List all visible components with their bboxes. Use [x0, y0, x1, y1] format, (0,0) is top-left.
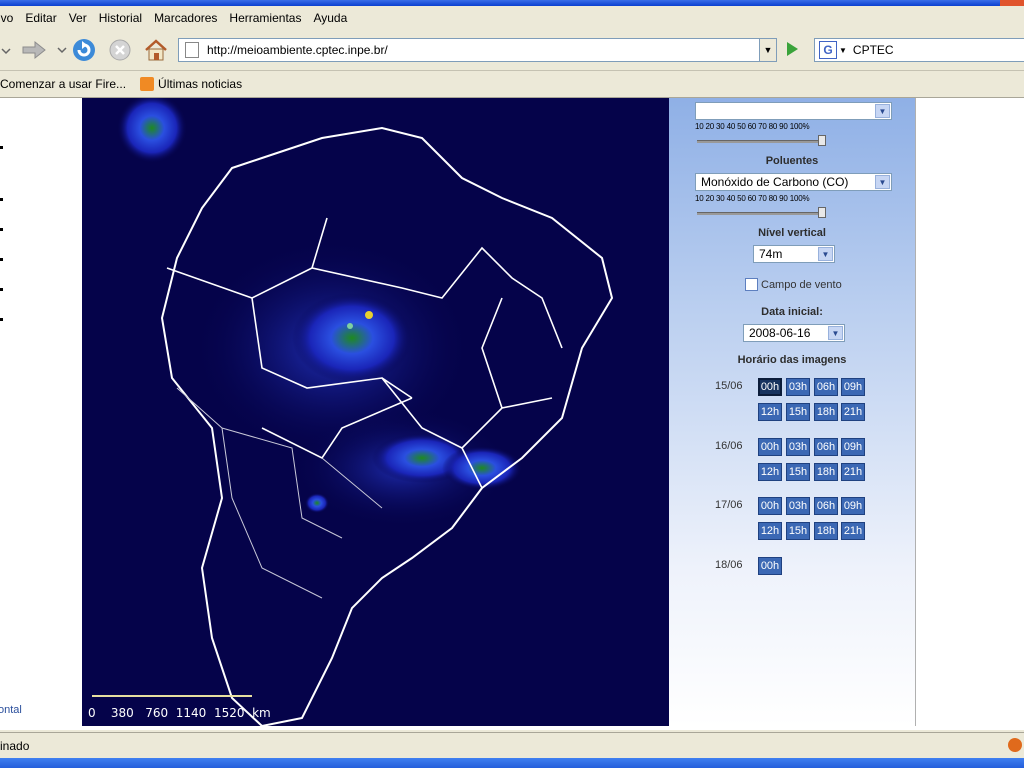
- go-icon[interactable]: [782, 39, 802, 59]
- image-times-title: Horário das imagens: [737, 354, 847, 366]
- hour-button[interactable]: 00h: [758, 497, 782, 515]
- contact-link[interactable]: ontal: [0, 704, 22, 716]
- hour-button[interactable]: 06h: [814, 497, 838, 515]
- hour-button[interactable]: 03h: [786, 497, 810, 515]
- vertical-level-select[interactable]: 74m ▼: [753, 245, 835, 263]
- pollutants-title: Poluentes: [765, 155, 819, 167]
- map-graphic: [92, 98, 614, 726]
- page-icon: [185, 42, 199, 58]
- bookmark-latest-news[interactable]: Últimas noticias: [158, 77, 242, 91]
- opacity-slider-top[interactable]: [697, 135, 827, 146]
- vertical-level-title: Nível vertical: [758, 227, 826, 239]
- right-column: [916, 98, 1024, 730]
- start-date-title: Data inicial:: [761, 306, 823, 318]
- forward-icon[interactable]: [20, 36, 48, 64]
- chevron-down-icon: ▼: [828, 326, 843, 340]
- navigation-toolbar: http://meioambiente.cptec.inpe.br/ ▼ G ▼ C…: [0, 30, 1024, 71]
- opacity-slider-bottom[interactable]: [697, 207, 827, 218]
- chevron-down-icon: ▼: [875, 104, 890, 118]
- hour-button[interactable]: 03h: [786, 437, 810, 456]
- back-dropdown-icon[interactable]: [0, 36, 20, 64]
- page-content: ontal 0 380 760 1140 1520 km ▼ 10 20 30 …: [0, 98, 1024, 730]
- status-text: inado: [0, 739, 30, 753]
- hour-button[interactable]: 03h: [786, 378, 810, 396]
- menu-help[interactable]: Ayuda: [313, 11, 347, 25]
- hour-button[interactable]: 09h: [841, 497, 865, 515]
- pollutant-select[interactable]: Monóxido de Carbono (CO) ▼: [695, 173, 892, 191]
- wind-field-label: Campo de vento: [761, 279, 842, 291]
- rss-icon: [140, 77, 155, 91]
- menubar: ivo Editar Ver Historial Marcadores Herr…: [0, 6, 1024, 30]
- hour-button[interactable]: 18h: [814, 462, 838, 481]
- list-bullet: [0, 318, 3, 321]
- menu-bookmarks[interactable]: Marcadores: [154, 11, 217, 25]
- hour-button[interactable]: 09h: [841, 437, 865, 456]
- menu-file[interactable]: ivo: [0, 11, 13, 25]
- list-bullet: [0, 288, 3, 291]
- hour-button[interactable]: 15h: [786, 403, 810, 421]
- menu-tools[interactable]: Herramientas: [229, 11, 301, 25]
- day-label: 17/06: [715, 499, 743, 511]
- taskbar: [0, 758, 1024, 768]
- list-bullet: [0, 228, 3, 231]
- search-engine-dropdown-icon[interactable]: ▼: [839, 46, 847, 55]
- map-scale-label: 0 380 760 1140 1520 km: [88, 706, 271, 720]
- pollution-map[interactable]: 0 380 760 1140 1520 km: [82, 98, 669, 726]
- url-dropdown-icon[interactable]: ▼: [759, 38, 777, 62]
- bookmarks-toolbar: Comenzar a usar Fire... Últimas noticias: [0, 71, 1024, 98]
- hour-button[interactable]: 06h: [814, 378, 838, 396]
- hour-button[interactable]: 06h: [814, 437, 838, 456]
- stop-icon[interactable]: [106, 36, 134, 64]
- left-column: ontal: [0, 98, 82, 730]
- google-icon[interactable]: G: [819, 41, 837, 59]
- list-bullet: [0, 146, 3, 149]
- hour-button[interactable]: 21h: [841, 462, 865, 481]
- reload-icon[interactable]: [70, 36, 98, 64]
- search-input[interactable]: G ▼ CPTEC: [814, 38, 1024, 62]
- control-panel: ▼ 10 20 30 40 50 60 70 80 90 100% Poluen…: [669, 98, 916, 726]
- list-bullet: [0, 258, 3, 261]
- chevron-down-icon: ▼: [818, 247, 833, 261]
- hour-button[interactable]: 00h: [758, 378, 782, 396]
- hour-button[interactable]: 12h: [758, 403, 782, 421]
- hour-button[interactable]: 21h: [841, 403, 865, 421]
- url-input[interactable]: http://meioambiente.cptec.inpe.br/: [178, 38, 760, 62]
- hour-button[interactable]: 18h: [814, 522, 838, 540]
- menu-history[interactable]: Historial: [99, 11, 142, 25]
- bookmark-getting-started[interactable]: Comenzar a usar Fire...: [0, 77, 126, 91]
- day-label: 16/06: [715, 439, 743, 452]
- status-bar: inado: [0, 732, 1024, 759]
- opacity-scale-bottom: 10 20 30 40 50 60 70 80 90 100%: [695, 194, 810, 203]
- chevron-down-icon: ▼: [875, 175, 890, 189]
- menu-view[interactable]: Ver: [69, 11, 87, 25]
- day-label: 15/06: [715, 380, 743, 392]
- menu-edit[interactable]: Editar: [25, 11, 56, 25]
- hour-button[interactable]: 15h: [786, 462, 810, 481]
- home-icon[interactable]: [142, 36, 170, 64]
- hour-button[interactable]: 21h: [841, 522, 865, 540]
- hour-button[interactable]: 18h: [814, 403, 838, 421]
- slider-thumb[interactable]: [818, 207, 827, 218]
- hour-button[interactable]: 00h: [758, 437, 782, 456]
- slider-thumb[interactable]: [818, 135, 827, 146]
- hour-button[interactable]: 09h: [841, 378, 865, 396]
- start-date-select[interactable]: 2008-06-16 ▼: [743, 324, 845, 342]
- hour-button[interactable]: 12h: [758, 522, 782, 540]
- opacity-scale-top: 10 20 30 40 50 60 70 80 90 100%: [695, 122, 810, 131]
- hour-button[interactable]: 12h: [758, 462, 782, 481]
- wind-field-checkbox[interactable]: [745, 278, 758, 291]
- firefox-status-icon[interactable]: [1008, 738, 1022, 752]
- day-label: 18/06: [715, 558, 743, 571]
- hour-button[interactable]: 00h: [758, 556, 782, 575]
- list-bullet: [0, 198, 3, 201]
- layer-select[interactable]: ▼: [695, 102, 892, 120]
- hour-button[interactable]: 15h: [786, 522, 810, 540]
